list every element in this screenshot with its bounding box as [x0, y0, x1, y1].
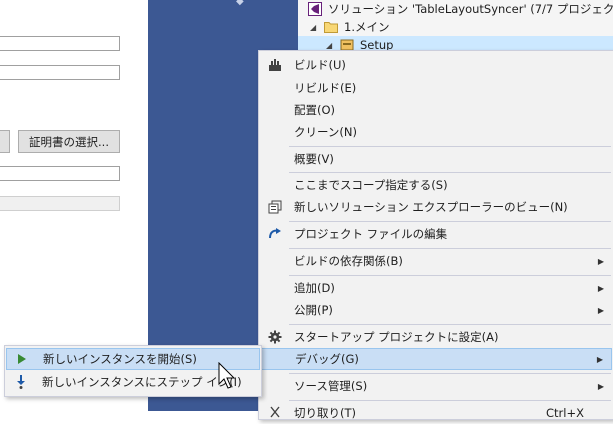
menu-separator	[289, 248, 611, 249]
menu-item-label: クリーン(N)	[294, 125, 358, 139]
submenu-arrow-icon: ▶	[597, 381, 604, 391]
play-icon	[15, 351, 29, 367]
menu-item-cut[interactable]: 切り取り(T) Ctrl+X	[260, 402, 612, 424]
menu-separator	[289, 275, 611, 276]
menu-item-label: 概要(V)	[294, 152, 334, 166]
folder-node[interactable]: ◢ 1.メイン	[310, 18, 389, 36]
menu-item-label: ビルド(U)	[294, 58, 346, 72]
menu-item-label: 追加(D)	[294, 281, 335, 295]
text-field-3[interactable]	[0, 166, 120, 181]
menu-item-add[interactable]: 追加(D) ▶	[260, 277, 612, 299]
menu-item-deploy[interactable]: 配置(O)	[260, 99, 612, 121]
menu-item-label: 公開(P)	[294, 303, 333, 317]
select-certificate-button[interactable]: 証明書の選択...	[18, 130, 120, 153]
toolbar-glyph-icon: ◆	[236, 0, 244, 7]
submenu-item-label: 新しいインスタンスを開始(S)	[43, 352, 197, 366]
step-into-icon	[14, 374, 28, 390]
mouse-cursor-icon	[218, 362, 236, 389]
menu-item-label: 配置(O)	[294, 103, 336, 117]
menu-item-new-explorer-view[interactable]: 新しいソリューション エクスプローラーのビュー(N)	[260, 196, 612, 218]
menu-item-label: ビルドの依存関係(B)	[294, 254, 403, 268]
menu-item-label: 切り取り(T)	[294, 406, 356, 420]
menu-separator	[289, 373, 611, 374]
cut-icon	[266, 404, 284, 422]
solution-node[interactable]: ソリューション 'TableLayoutSyncer' (7/7 プロジェクト)	[308, 0, 613, 18]
menu-separator	[289, 324, 611, 325]
menu-separator	[289, 221, 611, 222]
text-field-2[interactable]	[0, 65, 120, 80]
menu-item-scope-to-this[interactable]: ここまでスコープ指定する(S)	[260, 174, 612, 196]
menu-item-debug[interactable]: デバッグ(G) ▶	[260, 348, 612, 370]
collapse-arrow-icon[interactable]: ◢	[326, 41, 336, 50]
menu-item-rebuild[interactable]: リビルド(E)	[260, 77, 612, 99]
menu-item-build[interactable]: ビルド(U)	[260, 54, 612, 76]
menu-item-set-startup-project[interactable]: スタートアップ プロジェクトに設定(A)	[260, 326, 612, 348]
menu-item-label: ソース管理(S)	[294, 379, 368, 393]
submenu-arrow-icon: ▶	[597, 283, 604, 293]
collapse-arrow-icon[interactable]: ◢	[310, 23, 320, 32]
menu-item-label: リビルド(E)	[294, 81, 357, 95]
menu-item-label: デバッグ(G)	[295, 352, 359, 366]
menu-separator	[289, 146, 611, 147]
edit-project-icon	[266, 225, 284, 243]
menu-item-clean[interactable]: クリーン(N)	[260, 121, 612, 143]
text-field-disabled	[0, 196, 120, 211]
folder-icon	[324, 22, 338, 33]
menu-item-publish[interactable]: 公開(P) ▶	[260, 299, 612, 321]
new-view-icon	[266, 198, 284, 216]
build-icon	[266, 56, 284, 74]
folder-label: 1.メイン	[344, 20, 390, 34]
menu-item-label: ここまでスコープ指定する(S)	[294, 178, 448, 192]
menu-item-overview[interactable]: 概要(V)	[260, 148, 612, 170]
gear-icon	[266, 328, 284, 346]
submenu-arrow-icon: ▶	[596, 354, 603, 364]
submenu-item-label: 新しいインスタンスにステップ イン(I)	[42, 375, 242, 389]
submenu-arrow-icon: ▶	[597, 305, 604, 315]
solution-label: ソリューション 'TableLayoutSyncer' (7/7 プロジェクト)	[328, 2, 613, 16]
menu-separator	[289, 400, 611, 401]
menu-item-label: プロジェクト ファイルの編集	[294, 227, 448, 241]
menu-item-source-control[interactable]: ソース管理(S) ▶	[260, 375, 612, 397]
menu-separator	[289, 172, 611, 173]
menu-item-build-dependencies[interactable]: ビルドの依存関係(B) ▶	[260, 250, 612, 272]
menu-item-shortcut: Ctrl+X	[546, 406, 584, 420]
menu-item-label: スタートアップ プロジェクトに設定(A)	[294, 330, 499, 344]
menu-item-edit-project-file[interactable]: プロジェクト ファイルの編集	[260, 223, 612, 245]
menu-item-label: 新しいソリューション エクスプローラーのビュー(N)	[294, 200, 568, 214]
text-field-1[interactable]	[0, 36, 120, 51]
browse-button-partial[interactable]	[0, 130, 10, 153]
visual-studio-solution-icon	[308, 2, 322, 16]
context-menu: ビルド(U) リビルド(E) 配置(O) クリーン(N) 概要(V) ここまでス…	[258, 50, 613, 420]
submenu-arrow-icon: ▶	[597, 256, 604, 266]
